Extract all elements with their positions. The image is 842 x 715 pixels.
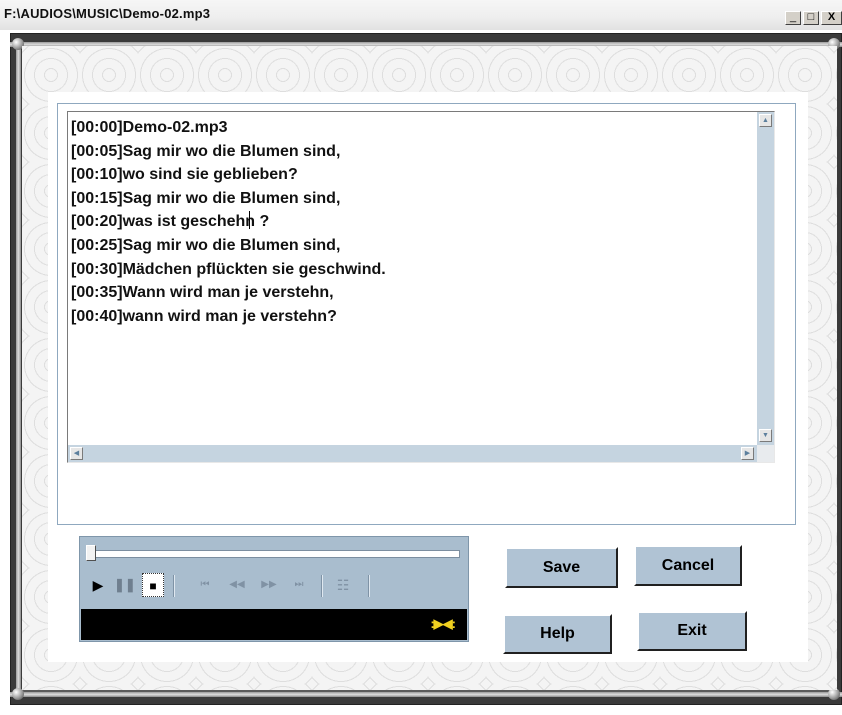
stop-button[interactable]: ■	[142, 573, 164, 597]
vertical-scrollbar[interactable]: ▲ ▼	[757, 112, 774, 446]
scrollbar-corner	[757, 445, 774, 462]
lyrics-line: [00:30]Mädchen pflückten sie geschwind.	[71, 260, 386, 278]
lyrics-line: [00:05]Sag mir wo die Blumen sind,	[71, 142, 341, 160]
scroll-left-icon: ◀	[73, 450, 80, 457]
lyrics-lines: [00:00]Demo-02.mp3 [00:05]Sag mir wo die…	[71, 116, 386, 328]
seek-bar[interactable]	[88, 550, 460, 558]
exit-button[interactable]: Exit	[637, 611, 747, 651]
pause-icon: ❚❚	[114, 577, 136, 592]
window-title: F:\AUDIOS\MUSIC\Demo-02.mp3	[4, 6, 211, 21]
player-separator	[173, 575, 175, 597]
player-separator	[321, 575, 323, 597]
horizontal-scrollbar[interactable]: ◀ ▶	[68, 445, 757, 462]
fast-forward-button[interactable]: ▶▶	[258, 573, 280, 597]
lyrics-line: [00:25]Sag mir wo die Blumen sind,	[71, 236, 341, 254]
stop-icon: ■	[149, 579, 157, 593]
rewind-button[interactable]: ◀◀	[226, 573, 248, 597]
player-status-bar: :▶◀:	[81, 609, 467, 640]
lyrics-line: [00:20]was ist geschehn ?	[71, 213, 270, 231]
title-bar[interactable]: F:\AUDIOS\MUSIC\Demo-02.mp3 _ □ X	[0, 0, 842, 30]
media-logo-icon: :▶◀:	[430, 616, 456, 631]
minimize-button[interactable]: _	[785, 11, 801, 25]
scroll-down-button[interactable]: ▼	[759, 429, 772, 442]
media-player: ▶ ❚❚ ■ ⏮ ◀◀ ▶▶ ⏭ ☷ :▶◀:	[79, 536, 469, 642]
lyrics-line: [00:15]Sag mir wo die Blumen sind,	[71, 189, 341, 207]
lyrics-line: [00:40]wann wird man je verstehn?	[71, 307, 337, 325]
playlist-button[interactable]: ☷	[332, 573, 354, 597]
save-button[interactable]: Save	[505, 547, 618, 588]
close-icon: X	[827, 11, 836, 23]
skip-forward-button[interactable]: ⏭	[288, 573, 310, 597]
playlist-icon: ☷	[336, 577, 350, 593]
frame-rail-bottom	[10, 692, 842, 697]
scroll-right-button[interactable]: ▶	[741, 447, 754, 460]
rewind-icon: ◀◀	[229, 579, 245, 590]
maximize-button[interactable]: □	[803, 11, 819, 25]
player-separator	[368, 575, 370, 597]
lyrics-line: [00:10]wo sind sie geblieben?	[71, 166, 298, 184]
seek-thumb[interactable]	[86, 545, 96, 561]
lyrics-line: [00:35]Wann wird man je verstehn,	[71, 284, 334, 302]
cancel-button[interactable]: Cancel	[634, 545, 742, 586]
scroll-down-icon: ▼	[762, 432, 769, 439]
scroll-right-icon: ▶	[744, 450, 751, 457]
maximize-icon: □	[807, 11, 815, 23]
text-caret	[249, 211, 250, 229]
pause-button[interactable]: ❚❚	[114, 573, 136, 597]
close-button[interactable]: X	[821, 11, 842, 25]
skip-back-button[interactable]: ⏮	[194, 573, 216, 597]
skip-forward-icon: ⏭	[294, 579, 304, 590]
frame-rail-left	[16, 42, 21, 697]
lyrics-line: [00:00]Demo-02.mp3	[71, 119, 228, 136]
play-button[interactable]: ▶	[88, 573, 108, 597]
skip-back-icon: ⏮	[200, 579, 210, 590]
play-icon: ▶	[92, 577, 104, 593]
fast-forward-icon: ▶▶	[261, 579, 277, 590]
scroll-left-button[interactable]: ◀	[70, 447, 83, 460]
lyrics-editor[interactable]: [00:00]Demo-02.mp3 [00:05]Sag mir wo die…	[67, 111, 775, 463]
scroll-up-button[interactable]: ▲	[759, 114, 772, 127]
scroll-up-icon: ▲	[762, 117, 769, 124]
help-button[interactable]: Help	[503, 614, 612, 654]
minimize-icon: _	[789, 11, 797, 23]
